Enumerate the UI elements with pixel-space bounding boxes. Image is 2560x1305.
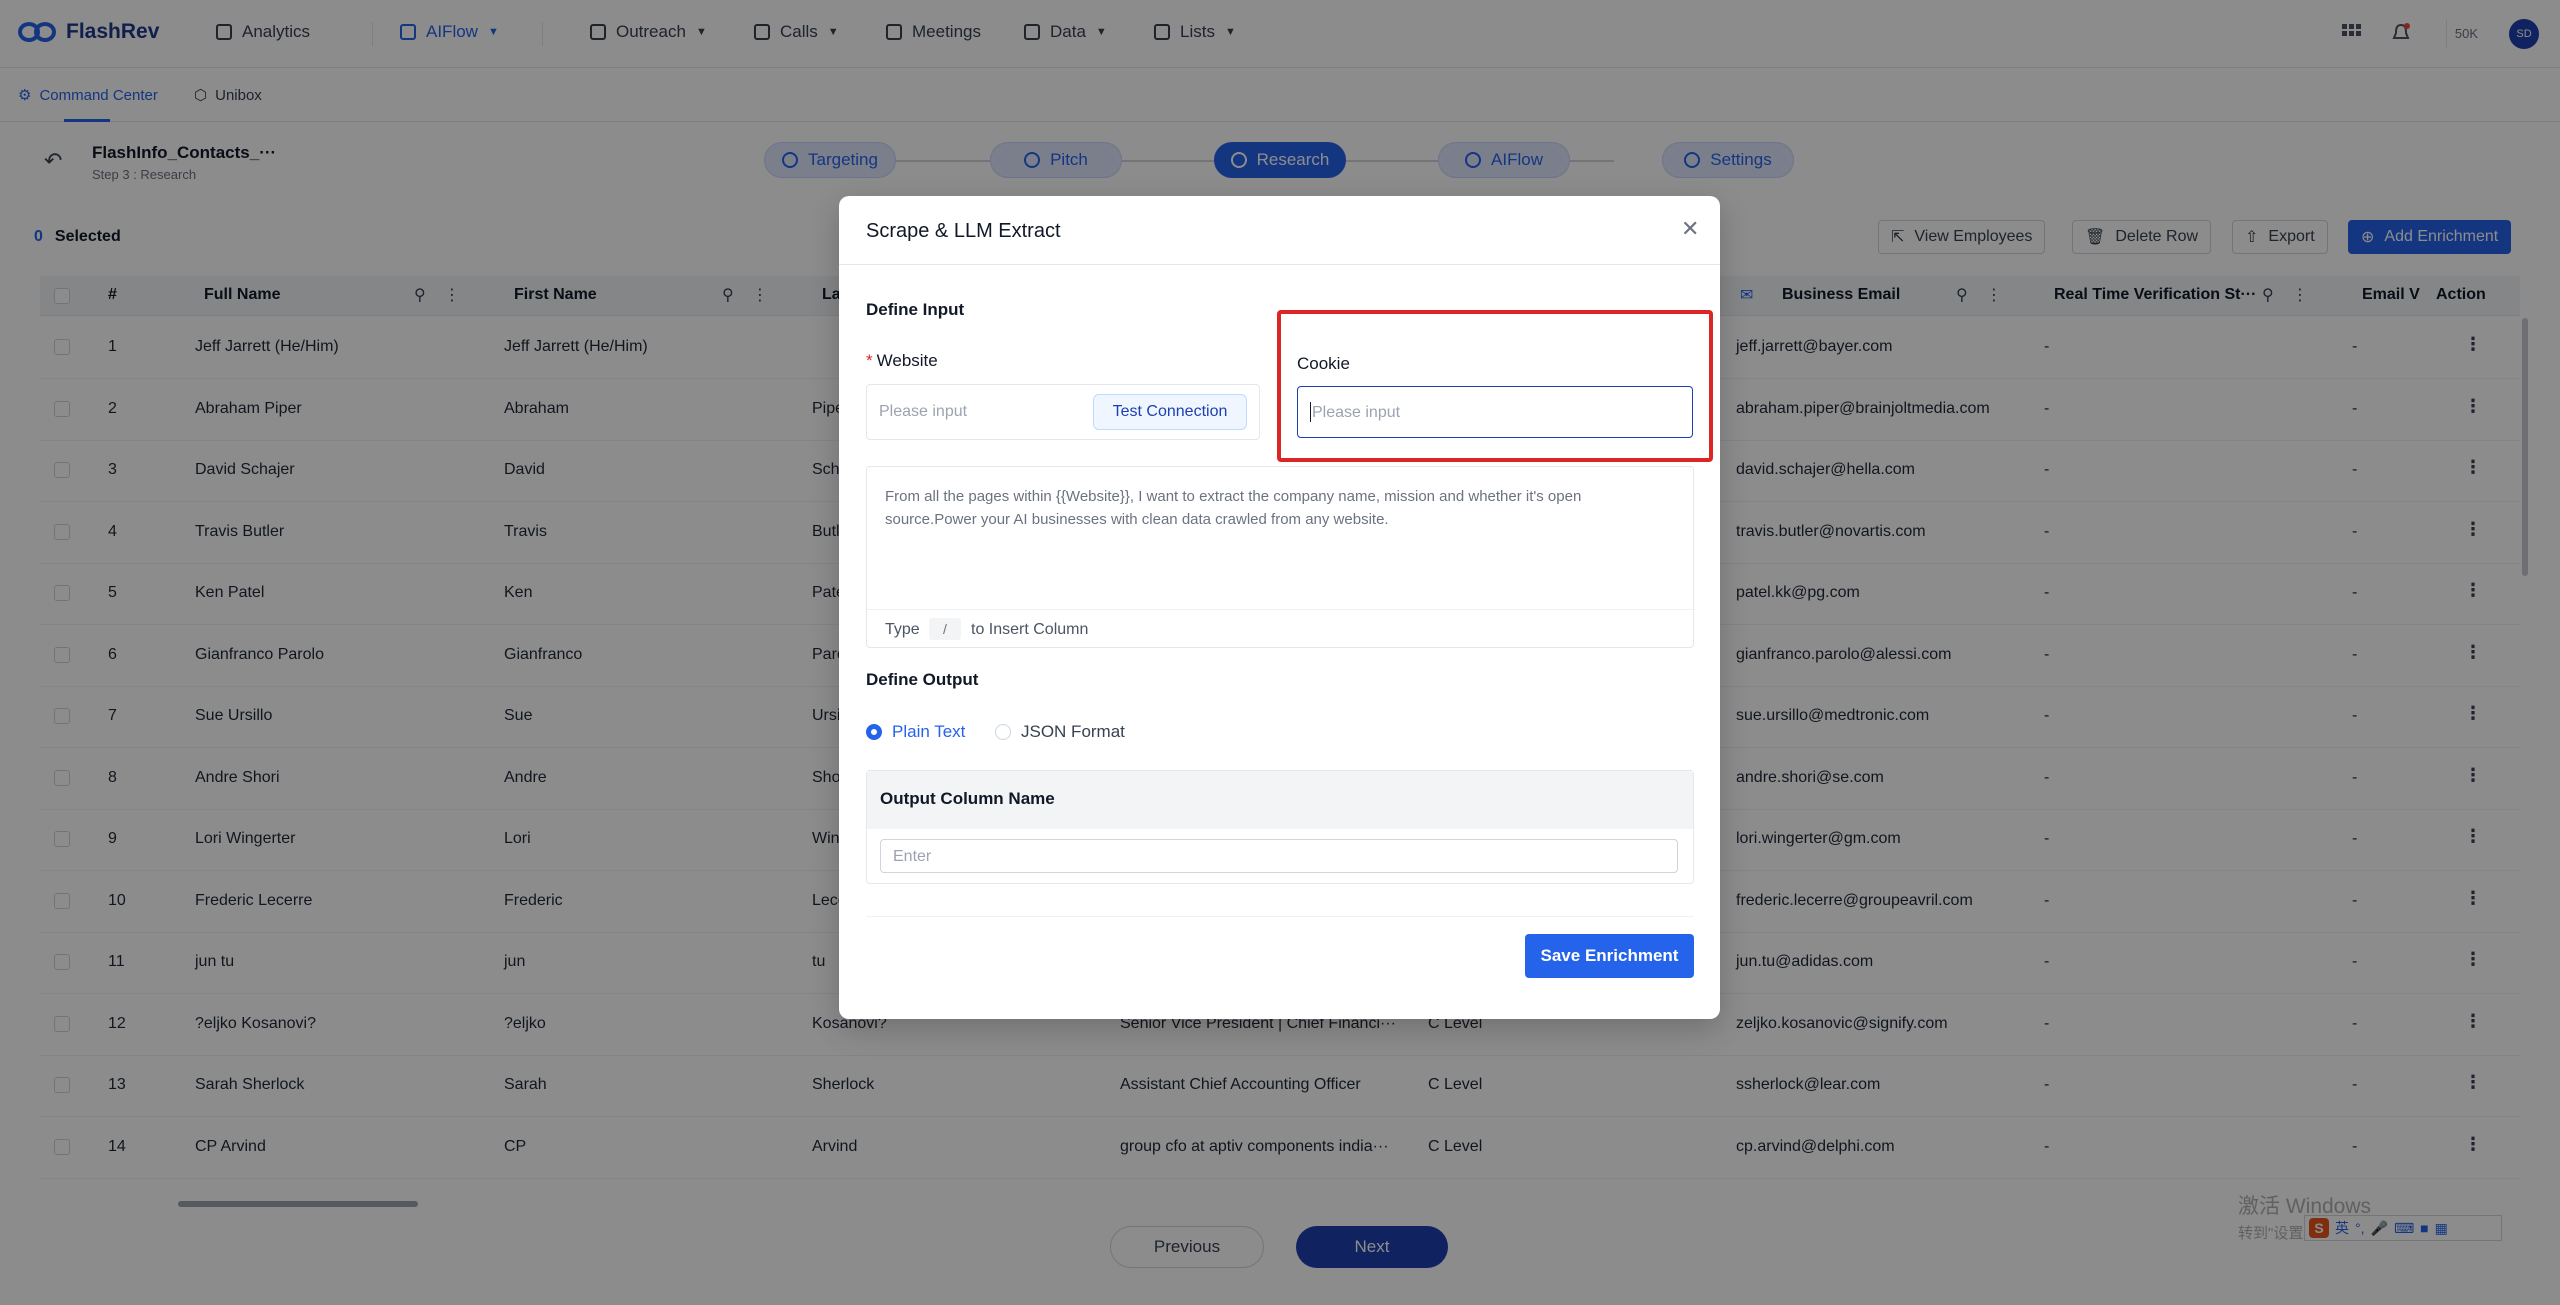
scrape-llm-extract-dialog: Scrape & LLM Extract ✕ Define Input * Web… [839,196,1720,1019]
prompt-text[interactable]: From all the pages within {{Website}}, I… [885,485,1645,531]
slash-key-badge: / [929,618,961,640]
hint-type: Type [885,621,920,638]
website-input[interactable]: Please input [879,403,967,421]
prompt-hint-bar: Type / to Insert Column [867,609,1695,649]
cookie-label: Cookie [1297,354,1350,373]
radio-plain-text-label: Plain Text [892,722,966,741]
cookie-input[interactable]: Please input [1297,386,1693,438]
output-column-placeholder: Enter [893,848,932,865]
footer-divider [866,916,1694,917]
close-icon[interactable]: ✕ [1681,216,1699,242]
website-input-group: Please input Test Connection [866,384,1260,440]
output-column-header: Output Column Name [867,771,1693,829]
required-marker: * [866,351,873,370]
dialog-title: Scrape & LLM Extract [866,220,1061,242]
cookie-placeholder: Please input [1312,404,1401,421]
website-label-text: Website [876,351,938,370]
website-label: * Website [866,351,938,371]
prompt-editor[interactable]: From all the pages within {{Website}}, I… [866,466,1695,649]
radio-json-format-label: JSON Format [1021,722,1125,741]
save-enrichment-button[interactable]: Save Enrichment [1525,934,1694,978]
radio-unselected-dot [995,724,1011,740]
radio-json-format[interactable]: JSON Format [995,722,1125,742]
output-column-name-label: Output Column Name [880,789,1055,808]
test-connection-button[interactable]: Test Connection [1093,394,1247,430]
text-caret [1310,402,1311,422]
dialog-divider [839,264,1720,265]
define-input-heading: Define Input [866,300,965,319]
define-output-heading: Define Output [866,670,979,689]
output-column-panel: Output Column Name Enter [866,770,1694,884]
output-column-name-input[interactable]: Enter [880,839,1678,873]
radio-plain-text[interactable]: Plain Text [866,722,965,742]
hint-insert-column: to Insert Column [971,621,1089,638]
radio-selected-dot [866,724,882,740]
